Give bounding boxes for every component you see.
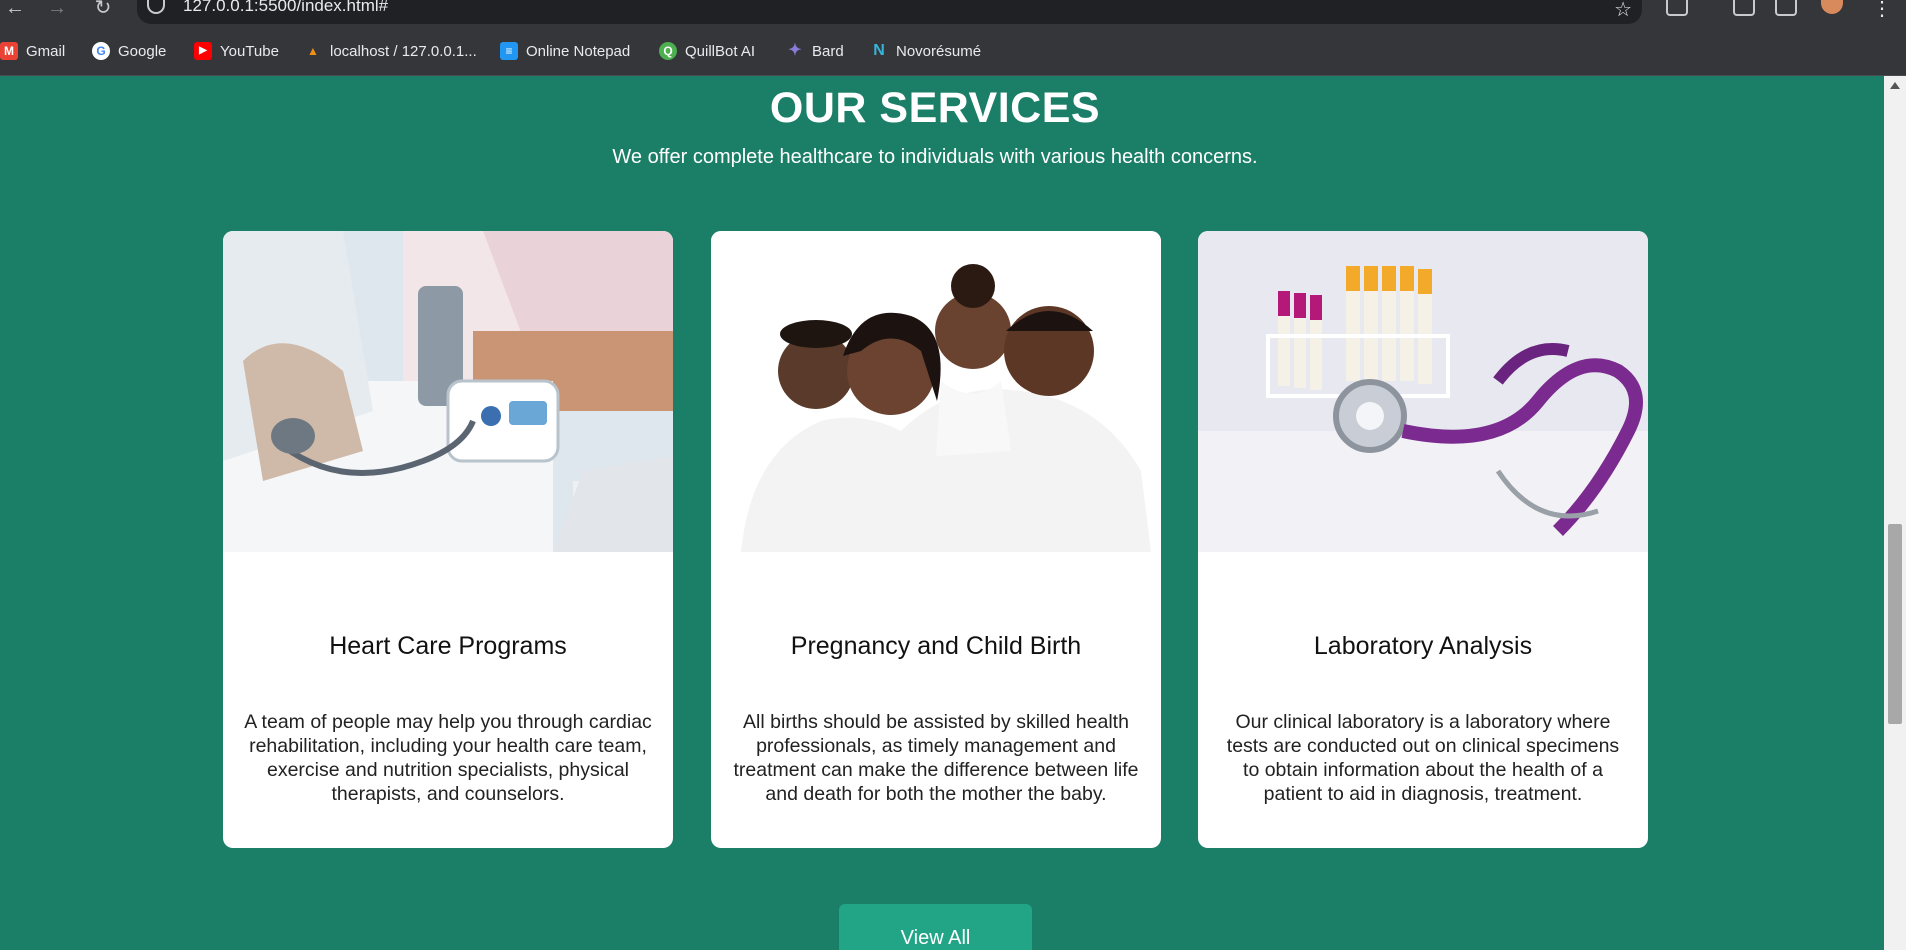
bookmark-label: Novorésumé bbox=[896, 42, 982, 60]
scrollbar-thumb[interactable] bbox=[1888, 524, 1902, 724]
card-title: Pregnancy and Child Birth bbox=[790, 632, 1082, 660]
side-panel-icon[interactable] bbox=[1775, 0, 1797, 16]
bookmark-label: Google bbox=[118, 42, 167, 60]
card-text: A team of people may help you through ca… bbox=[244, 711, 652, 805]
bookmark-label: localhost / 127.0.0.1... bbox=[330, 42, 477, 60]
card-text: Our clinical laboratory is a laboratory … bbox=[1226, 711, 1620, 805]
laboratory-photo bbox=[1198, 231, 1648, 552]
address-url[interactable]: 127.0.0.1:5500/index.html# bbox=[183, 0, 388, 16]
bookmark-label: Online Notepad bbox=[526, 42, 631, 60]
bookmark-star-icon[interactable]: ☆ bbox=[1614, 0, 1632, 22]
gmail-icon: M bbox=[0, 42, 18, 60]
profile-avatar-icon[interactable] bbox=[1821, 0, 1843, 14]
google-icon: G bbox=[92, 42, 110, 60]
bard-sparkle-icon: ✦ bbox=[788, 42, 802, 59]
section-title: OUR SERVICES bbox=[769, 84, 1101, 132]
bookmark-label: Bard bbox=[812, 42, 844, 60]
bookmark-localhost[interactable]: ▲ localhost / 127.0.0.1... bbox=[304, 40, 477, 62]
phpmyadmin-icon: ▲ bbox=[307, 44, 319, 58]
bookmark-label: YouTube bbox=[220, 42, 279, 60]
bookmark-youtube[interactable]: ▶ YouTube bbox=[194, 40, 279, 62]
card-text: All births should be assisted by skilled… bbox=[733, 711, 1139, 805]
novoresume-icon: N bbox=[873, 42, 885, 59]
browser-toolbar: ← → ↻ 127.0.0.1:5500/index.html# ☆ ⋮ bbox=[0, 0, 1906, 26]
section-subtitle: We offer complete healthcare to individu… bbox=[612, 146, 1258, 168]
bookmark-online-notepad[interactable]: ≡ Online Notepad bbox=[500, 40, 630, 62]
page-scrollbar[interactable] bbox=[1884, 76, 1906, 950]
bookmark-label: QuillBot AI bbox=[685, 42, 756, 60]
forward-arrow-icon[interactable]: → bbox=[42, 0, 72, 20]
extensions-icon[interactable] bbox=[1666, 0, 1688, 16]
family-photo bbox=[711, 231, 1161, 552]
view-all-button[interactable]: View All bbox=[839, 904, 1032, 950]
bookmark-google[interactable]: G Google bbox=[92, 40, 166, 62]
youtube-icon: ▶ bbox=[194, 42, 212, 60]
bookmark-quillbot[interactable]: Q QuillBot AI bbox=[659, 40, 755, 62]
bookmark-gmail[interactable]: M Gmail bbox=[0, 40, 65, 62]
card-title: Laboratory Analysis bbox=[1313, 632, 1533, 660]
browser-menu-icon[interactable]: ⋮ bbox=[1872, 0, 1892, 21]
service-card-heart-care[interactable]: Heart Care Programs A team of people may… bbox=[223, 231, 673, 848]
reload-icon[interactable]: ↻ bbox=[88, 0, 118, 20]
heart-care-photo bbox=[223, 231, 673, 552]
bookmark-bard[interactable]: ✦ Bard bbox=[786, 40, 844, 62]
back-arrow-icon[interactable]: ← bbox=[0, 0, 30, 20]
service-card-laboratory[interactable]: Laboratory Analysis Our clinical laborat… bbox=[1198, 231, 1648, 848]
page-viewport: OUR SERVICES We offer complete healthcar… bbox=[0, 76, 1884, 950]
service-card-pregnancy[interactable]: Pregnancy and Child Birth All births sho… bbox=[711, 231, 1161, 848]
quillbot-icon: Q bbox=[659, 42, 677, 60]
notepad-icon: ≡ bbox=[500, 42, 518, 60]
site-info-icon[interactable] bbox=[147, 0, 165, 14]
card-title: Heart Care Programs bbox=[329, 632, 567, 660]
bookmarks-bar: M Gmail G Google ▶ YouTube ▲ localhost /… bbox=[0, 26, 1906, 76]
bookmark-label: Gmail bbox=[26, 42, 66, 60]
scroll-up-arrow-icon[interactable] bbox=[1890, 82, 1900, 89]
bookmark-novoresume[interactable]: N Novorésumé bbox=[870, 40, 981, 62]
address-bar[interactable]: 127.0.0.1:5500/index.html# ☆ bbox=[137, 0, 1642, 24]
downloads-icon[interactable] bbox=[1733, 0, 1755, 16]
